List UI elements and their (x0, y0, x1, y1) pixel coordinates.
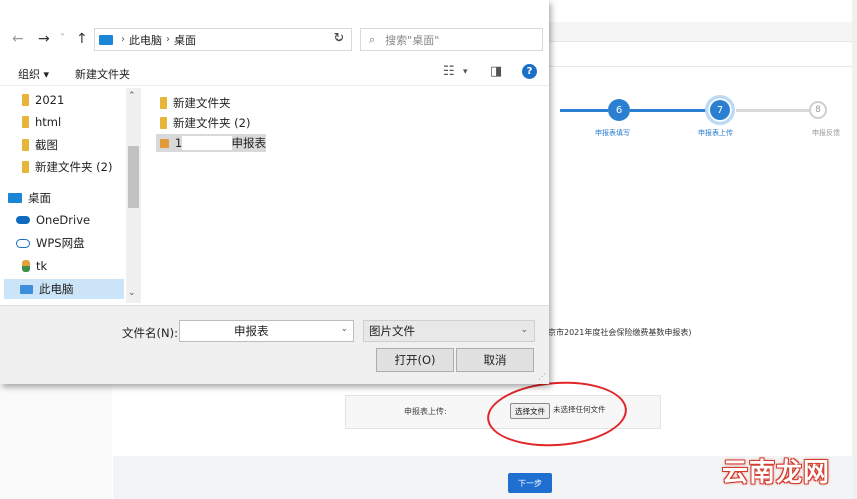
list-item[interactable]: 新建文件夹 (160, 94, 231, 112)
redacted-text (180, 324, 234, 338)
step-6-dot: 6 (608, 99, 630, 121)
form-title: 京市2021年度社会保险缴费基数申报表) (548, 328, 692, 337)
sidebar-item-label: html (35, 115, 62, 129)
sidebar-item-label: WPS网盘 (36, 236, 85, 250)
search-icon: ⌕ (369, 32, 376, 46)
sidebar-item-label: tk (36, 259, 48, 273)
step-8-label: 申报反馈 (812, 129, 840, 137)
help-icon[interactable]: ? (522, 64, 537, 79)
sidebar-item-label: 截图 (35, 138, 58, 152)
sidebar-item-this-pc[interactable]: 此电脑 (4, 279, 124, 299)
step-6-label: 申报表填写 (595, 129, 630, 137)
user-icon (22, 260, 30, 272)
forward-arrow-icon[interactable]: → (38, 31, 50, 47)
desktop-icon (8, 193, 22, 203)
navigation-pane: 2021 html 截图 新建文件夹 (2) 桌面 OneDrive WPS网盘 (0, 88, 142, 303)
progress-steps: 6 7 8 申报表填写 申报表上传 申报反馈 (560, 95, 857, 155)
wps-cloud-icon (16, 238, 30, 248)
dialog-footer: 文件名(N): 申报表 ⌄ 图片文件 ⌄ 打开(O) 取消 ⋰ (0, 305, 549, 384)
sidebar-item-wps-cloud[interactable]: WPS网盘 (16, 233, 85, 253)
watermark-logo: 云南龙网 (722, 458, 831, 488)
breadcrumb-this-pc[interactable]: 此电脑 (129, 32, 162, 48)
folder-icon (160, 117, 167, 129)
filename-label: 文件名(N): (122, 326, 178, 340)
file-type-select[interactable]: 图片文件 ⌄ (363, 320, 535, 342)
file-name: 新建文件夹 (173, 96, 231, 110)
file-list: 新建文件夹 新建文件夹 (2) 1 申报表 (142, 88, 549, 303)
file-name-suffix: 申报表 (231, 136, 267, 150)
folder-icon (160, 97, 167, 109)
folder-icon (22, 139, 29, 151)
file-name: 新建文件夹 (2) (173, 116, 251, 130)
filename-input[interactable]: 申报表 ⌄ (179, 320, 354, 342)
address-bar[interactable]: › 此电脑 › 桌面 ⌄ (94, 28, 352, 51)
new-folder-button[interactable]: 新建文件夹 (75, 66, 130, 82)
recent-locations-icon[interactable]: ˅ (60, 33, 65, 44)
sidebar-item-html[interactable]: html (22, 112, 61, 132)
list-item-selected[interactable]: 1 申报表 (156, 134, 266, 152)
cancel-button[interactable]: 取消 (456, 348, 534, 372)
folder-icon (22, 161, 29, 173)
sidebar-item-label: 此电脑 (39, 282, 74, 296)
sidebar-item-new-folder-2[interactable]: 新建文件夹 (2) (22, 157, 112, 177)
view-options-icon[interactable]: ☷ (443, 64, 455, 79)
image-file-icon (160, 138, 169, 148)
filename-value: 申报表 (234, 324, 269, 338)
chevron-down-icon[interactable]: ⌄ (128, 288, 136, 298)
redacted-text (182, 136, 232, 150)
upload-label: 申报表上传: (404, 407, 447, 416)
file-type-value: 图片文件 (369, 324, 415, 338)
page-left-margin (0, 385, 112, 499)
next-step-button[interactable]: 下一步 (508, 473, 552, 493)
sidebar-item-label: 新建文件夹 (2) (35, 160, 113, 174)
page-header-bar (545, 22, 857, 42)
sidebar-item-tk[interactable]: tk (22, 256, 47, 276)
list-item[interactable]: 新建文件夹 (2) (160, 114, 250, 132)
computer-icon (20, 284, 33, 294)
sidebar-item-desktop[interactable]: 桌面 (8, 188, 51, 208)
step-connector (630, 109, 707, 112)
chevron-up-icon[interactable]: ⌃ (128, 91, 136, 101)
breadcrumb-desktop[interactable]: 桌面 (174, 32, 196, 48)
highlight-circle (484, 377, 630, 451)
step-7-dot: 7 (705, 95, 735, 125)
nav-scrollbar[interactable]: ⌃ ⌄ (126, 88, 141, 303)
file-name-prefix: 1 (174, 136, 183, 150)
dialog-toolbar: 组织 ▾ 新建文件夹 ☷ ▾ ◨ ? (0, 58, 549, 86)
step-connector (736, 109, 811, 112)
cloud-icon (16, 216, 30, 224)
folder-icon (22, 116, 29, 128)
sidebar-item-2021[interactable]: 2021 (22, 90, 64, 110)
page-scroll-edge (852, 0, 857, 499)
folder-icon (22, 94, 29, 106)
address-row: ← → ˅ ↑ › 此电脑 › 桌面 ⌄ ↻ ⌕ 搜索"桌面" (0, 24, 549, 56)
refresh-icon[interactable]: ↻ (326, 31, 352, 49)
back-arrow-icon[interactable]: ← (12, 31, 24, 47)
open-button[interactable]: 打开(O) (376, 348, 454, 372)
step-connector (560, 109, 608, 112)
file-open-dialog: ← → ˅ ↑ › 此电脑 › 桌面 ⌄ ↻ ⌕ 搜索"桌面" 组织 ▾ 新建文… (0, 0, 549, 384)
scroll-thumb[interactable] (128, 146, 139, 208)
organize-menu[interactable]: 组织 ▾ (18, 66, 49, 82)
chevron-down-icon[interactable]: ▾ (463, 67, 468, 77)
chevron-down-icon: ⌄ (520, 325, 528, 335)
search-placeholder: 搜索"桌面" (385, 33, 440, 47)
sidebar-item-screenshots[interactable]: 截图 (22, 135, 58, 155)
step-8-dot: 8 (809, 101, 827, 119)
sidebar-item-label: OneDrive (36, 213, 91, 227)
sidebar-item-onedrive[interactable]: OneDrive (16, 210, 90, 230)
step-7-label: 申报表上传 (698, 129, 733, 137)
preview-pane-icon[interactable]: ◨ (490, 64, 502, 79)
sidebar-item-label: 2021 (35, 93, 65, 107)
search-input[interactable]: ⌕ 搜索"桌面" (360, 28, 543, 51)
computer-icon (99, 34, 113, 45)
chevron-right-icon: › (166, 34, 170, 45)
page-divider (545, 66, 857, 67)
chevron-down-icon[interactable]: ⌄ (340, 324, 348, 334)
chevron-right-icon: › (121, 34, 125, 45)
up-arrow-icon[interactable]: ↑ (76, 31, 88, 47)
sidebar-item-label: 桌面 (28, 191, 51, 205)
resize-grip-icon[interactable]: ⋰ (538, 372, 546, 381)
